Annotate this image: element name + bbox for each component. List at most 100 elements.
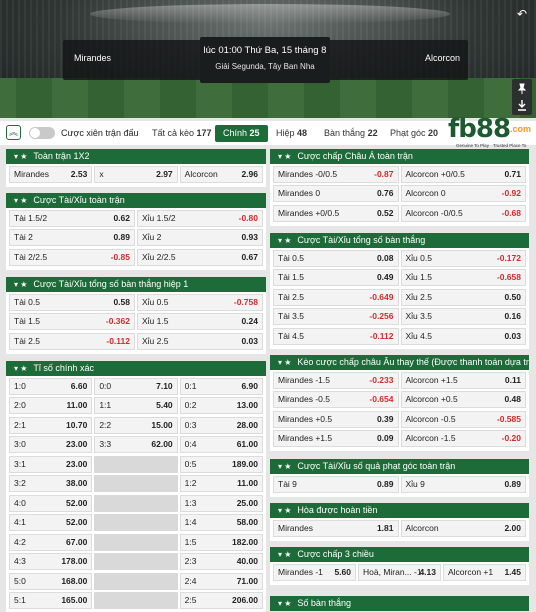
market-header[interactable]: ▾ ★ Kèo cược chấp châu Âu thay thế (Được … [270, 355, 529, 370]
odds-cell[interactable]: 2:2 15.00 [94, 416, 178, 434]
odds-cell[interactable]: 3:3 62.00 [94, 436, 178, 453]
odds-cell[interactable]: Tài 2.5 -0.649 [273, 288, 399, 306]
odds-cell[interactable]: Mirandes -0.5 -0.654 [273, 391, 399, 408]
odds-cell[interactable]: Mirandes -1.5 -0.233 [273, 371, 399, 389]
market-header[interactable]: ▾ ★ Cược chấp Châu Á toàn trận [270, 149, 529, 164]
odds-cell[interactable]: Tài 1.5 0.49 [273, 269, 399, 286]
market-header[interactable]: ▾ ★ Toàn trận 1X2 [6, 149, 266, 164]
collapse-star-icon[interactable]: ▾ ★ [14, 277, 27, 292]
market-header[interactable]: ▾ ★ Cược chấp 3 chiều [270, 547, 529, 562]
odds-cell[interactable]: 2:5 206.00 [179, 592, 263, 609]
odds-cell[interactable]: 0:1 6.90 [179, 377, 263, 395]
collapse-star-icon[interactable]: ▾ ★ [278, 149, 291, 164]
odds-cell[interactable]: Alcorcon 2.96 [179, 165, 263, 183]
odds-cell[interactable]: 4:0 52.00 [9, 494, 93, 512]
tab-half[interactable]: Hiệp 48 [268, 125, 315, 142]
collapse-star-icon[interactable]: ▾ ★ [278, 355, 291, 370]
odds-cell[interactable]: Tài 2 0.89 [9, 229, 135, 246]
tab-all[interactable]: Tất cả kèo 177 [144, 125, 220, 142]
collapse-star-icon[interactable]: ▾ ★ [278, 233, 291, 248]
odds-cell[interactable]: 4:1 52.00 [9, 514, 93, 531]
odds-cell[interactable]: Tài 2.5 -0.112 [9, 332, 135, 350]
odds-cell[interactable]: Mirandes 0 0.76 [273, 185, 399, 202]
collapse-star-icon[interactable]: ▾ ★ [14, 149, 27, 164]
odds-cell[interactable]: Tài 1.5 -0.362 [9, 313, 135, 330]
odds-cell[interactable]: 3:2 38.00 [9, 475, 93, 492]
odds-cell[interactable]: 0:2 13.00 [179, 397, 263, 414]
odds-cell[interactable]: 1:0 6.60 [9, 377, 93, 395]
tab-main[interactable]: Chính 25 [215, 125, 268, 142]
odds-cell[interactable]: Alcorcon -0/0.5 -0.68 [400, 204, 526, 222]
odds-cell[interactable]: Tài 9 0.89 [273, 475, 399, 493]
odds-cell[interactable]: 0:0 7.10 [94, 377, 178, 395]
collapse-star-icon[interactable]: ▾ ★ [278, 547, 291, 562]
odds-cell[interactable]: 3:0 23.00 [9, 436, 93, 453]
odds-cell[interactable]: Mirandes 2.53 [9, 165, 93, 183]
market-header[interactable]: ▾ ★ Cược Tài/Xỉu tổng số bàn thắng hiệp 1 [6, 277, 266, 292]
odds-cell[interactable]: Xỉu 3.5 0.16 [400, 308, 526, 325]
odds-cell[interactable]: Tài 3.5 -0.256 [273, 308, 399, 325]
tab-corners[interactable]: Phạt góc 20 [382, 125, 446, 142]
odds-cell[interactable]: Hoà, Miran... -1 4.13 [358, 563, 441, 581]
odds-cell[interactable]: Mirandes -0/0.5 -0.87 [273, 165, 399, 183]
odds-cell[interactable]: Tài 1.5/2 0.62 [9, 209, 135, 227]
collapse-star-icon[interactable]: ▾ ★ [278, 503, 291, 518]
odds-cell[interactable]: 2:4 71.00 [179, 572, 263, 590]
odds-cell[interactable]: Alcorcon -0.5 -0.585 [400, 410, 526, 428]
odds-cell[interactable]: Xỉu 1.5/2 -0.80 [137, 209, 263, 227]
odds-cell[interactable]: Alcorcon +0/0.5 0.71 [400, 165, 526, 183]
odds-cell[interactable]: Xỉu 9 0.89 [400, 475, 526, 493]
odds-cell[interactable]: 4:2 67.00 [9, 533, 93, 551]
odds-cell[interactable]: 5:0 168.00 [9, 572, 93, 590]
collapse-all-icon[interactable]: ︽ [6, 125, 21, 140]
odds-cell[interactable]: Alcorcon -1.5 -0.20 [400, 430, 526, 447]
market-header[interactable]: ▾ ★ Cược Tài/Xỉu số quả phạt góc toàn trậ… [270, 459, 529, 474]
tab-goals[interactable]: Bàn thắng 22 [316, 125, 386, 142]
fb88-logo[interactable]: fb88 .com Genuine To Play · Trusted Plac… [444, 112, 534, 153]
odds-cell[interactable]: Mirandes +0.5 0.39 [273, 410, 399, 428]
odds-cell[interactable]: Xỉu 0.5 -0.758 [137, 293, 263, 311]
odds-cell[interactable]: 1:4 58.00 [179, 514, 263, 531]
odds-cell[interactable]: Xỉu 0.5 -0.172 [400, 249, 526, 267]
market-header[interactable]: ▾ ★ Cược Tài/Xỉu tổng số bàn thắng [270, 233, 529, 248]
odds-cell[interactable]: Mirandes -1 5.60 [273, 563, 356, 581]
odds-cell[interactable]: Tài 2/2.5 -0.85 [9, 248, 135, 266]
odds-cell[interactable]: Tài 0.5 0.08 [273, 249, 399, 267]
odds-cell[interactable]: 3:1 23.00 [9, 455, 93, 473]
odds-cell[interactable]: Alcorcon 0 -0.92 [400, 185, 526, 202]
odds-cell[interactable]: 1:5 182.00 [179, 533, 263, 551]
odds-cell[interactable]: Alcorcon +1 1.45 [443, 563, 526, 581]
odds-cell[interactable]: x 2.97 [94, 165, 178, 183]
parlay-toggle[interactable] [29, 127, 55, 139]
odds-cell[interactable]: 1:2 11.00 [179, 475, 263, 492]
odds-cell[interactable]: Xỉu 1.5 0.24 [137, 313, 263, 330]
odds-cell[interactable]: 5:1 165.00 [9, 592, 93, 609]
market-header[interactable]: ▾ ★ Tỉ số chính xác [6, 361, 266, 376]
odds-cell[interactable]: 2:0 11.00 [9, 397, 93, 414]
odds-cell[interactable]: Alcorcon 2.00 [400, 519, 526, 537]
odds-cell[interactable]: 0:3 28.00 [179, 416, 263, 434]
odds-cell[interactable]: Xỉu 1.5 -0.658 [400, 269, 526, 286]
odds-cell[interactable]: Tài 0.5 0.58 [9, 293, 135, 311]
collapse-star-icon[interactable]: ▾ ★ [278, 459, 291, 474]
odds-cell[interactable]: 1:3 25.00 [179, 494, 263, 512]
odds-cell[interactable]: 1:1 5.40 [94, 397, 178, 414]
collapse-star-icon[interactable]: ▾ ★ [278, 596, 291, 611]
collapse-star-icon[interactable]: ▾ ★ [14, 361, 27, 376]
odds-cell[interactable]: Mirandes 1.81 [273, 519, 399, 537]
odds-cell[interactable]: Tài 4.5 -0.112 [273, 327, 399, 345]
odds-cell[interactable]: Alcorcon +0.5 0.48 [400, 391, 526, 408]
odds-cell[interactable]: Mirandes +0/0.5 0.52 [273, 204, 399, 222]
odds-cell[interactable]: 0:4 61.00 [179, 436, 263, 453]
market-header[interactable]: ▾ ★ Số bàn thắng [270, 596, 529, 611]
odds-cell[interactable]: 4:3 178.00 [9, 553, 93, 570]
odds-cell[interactable]: Alcorcon +1.5 0.11 [400, 371, 526, 389]
collapse-star-icon[interactable]: ▾ ★ [14, 193, 27, 208]
odds-cell[interactable]: 2:1 10.70 [9, 416, 93, 434]
odds-cell[interactable]: Mirandes +1.5 0.09 [273, 430, 399, 447]
market-header[interactable]: ▾ ★ Hòa được hoàn tiền [270, 503, 529, 518]
odds-cell[interactable]: Xỉu 2 0.93 [137, 229, 263, 246]
odds-cell[interactable]: Xỉu 4.5 0.03 [400, 327, 526, 345]
odds-cell[interactable]: Xỉu 2.5 0.50 [400, 288, 526, 306]
odds-cell[interactable]: Xỉu 2.5 0.03 [137, 332, 263, 350]
